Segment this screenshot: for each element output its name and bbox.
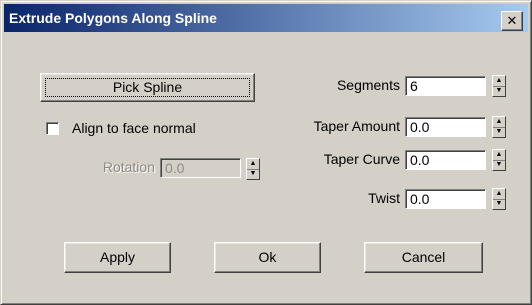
dialog-title: Extrude Polygons Along Spline (9, 10, 217, 26)
taper-curve-label: Taper Curve (323, 151, 400, 167)
spinner-down-icon[interactable]: ▼ (493, 160, 505, 170)
close-button[interactable]: ✕ (501, 11, 523, 31)
taper-curve-field[interactable]: 0.0 (405, 150, 486, 170)
apply-button[interactable]: Apply (64, 242, 171, 273)
rotation-label: Rotation (102, 159, 155, 175)
ok-label: Ok (258, 249, 277, 265)
align-to-face-normal-label[interactable]: Align to face normal (72, 120, 196, 136)
spinner-down-icon[interactable]: ▼ (493, 127, 505, 137)
align-to-face-normal-checkbox[interactable] (46, 122, 59, 135)
extrude-dialog: Extrude Polygons Along Spline ✕ Pick Spl… (0, 0, 532, 305)
taper-amount-label: Taper Amount (313, 118, 400, 134)
ok-button[interactable]: Ok (214, 242, 321, 273)
segments-label: Segments (336, 77, 400, 93)
spinner-down-icon[interactable]: ▼ (493, 199, 505, 209)
cancel-label: Cancel (401, 249, 446, 265)
spinner-down-icon[interactable]: ▼ (493, 86, 505, 96)
cancel-button[interactable]: Cancel (364, 242, 483, 273)
close-icon: ✕ (506, 13, 518, 28)
taper-amount-spinner[interactable]: ▲ ▼ (492, 116, 506, 138)
rotation-spinner: ▲ ▼ (246, 158, 260, 180)
twist-field[interactable]: 0.0 (405, 189, 486, 209)
pick-spline-button[interactable]: Pick Spline (40, 73, 255, 102)
segments-field[interactable]: 6 (405, 76, 486, 96)
title-bar[interactable]: Extrude Polygons Along Spline ✕ (4, 4, 528, 32)
spinner-down-icon: ▼ (249, 170, 257, 177)
taper-amount-field[interactable]: 0.0 (405, 117, 486, 137)
twist-spinner[interactable]: ▲ ▼ (492, 188, 506, 210)
segments-spinner[interactable]: ▲ ▼ (492, 75, 506, 97)
rotation-field: 0.0 (160, 158, 241, 178)
taper-curve-spinner[interactable]: ▲ ▼ (492, 149, 506, 171)
focus-ring (45, 78, 250, 97)
apply-label: Apply (99, 249, 136, 265)
twist-label: Twist (368, 190, 400, 206)
